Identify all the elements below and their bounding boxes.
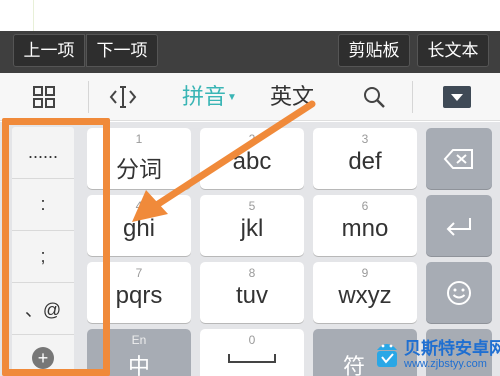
annotation-arrow xyxy=(132,100,316,222)
watermark-url: www.zjbstyy.com xyxy=(404,358,487,370)
watermark-title: 贝斯特安卓网 xyxy=(404,339,500,358)
android-logo-icon xyxy=(377,344,397,367)
keyboard-screenshot: 上一项 下一项 剪贴板 长文本 拼音▼ 英文 ......: ; 、@ + 1… xyxy=(0,0,500,376)
watermark: 贝斯特安卓网 www.zjbstyy.com xyxy=(370,334,500,376)
